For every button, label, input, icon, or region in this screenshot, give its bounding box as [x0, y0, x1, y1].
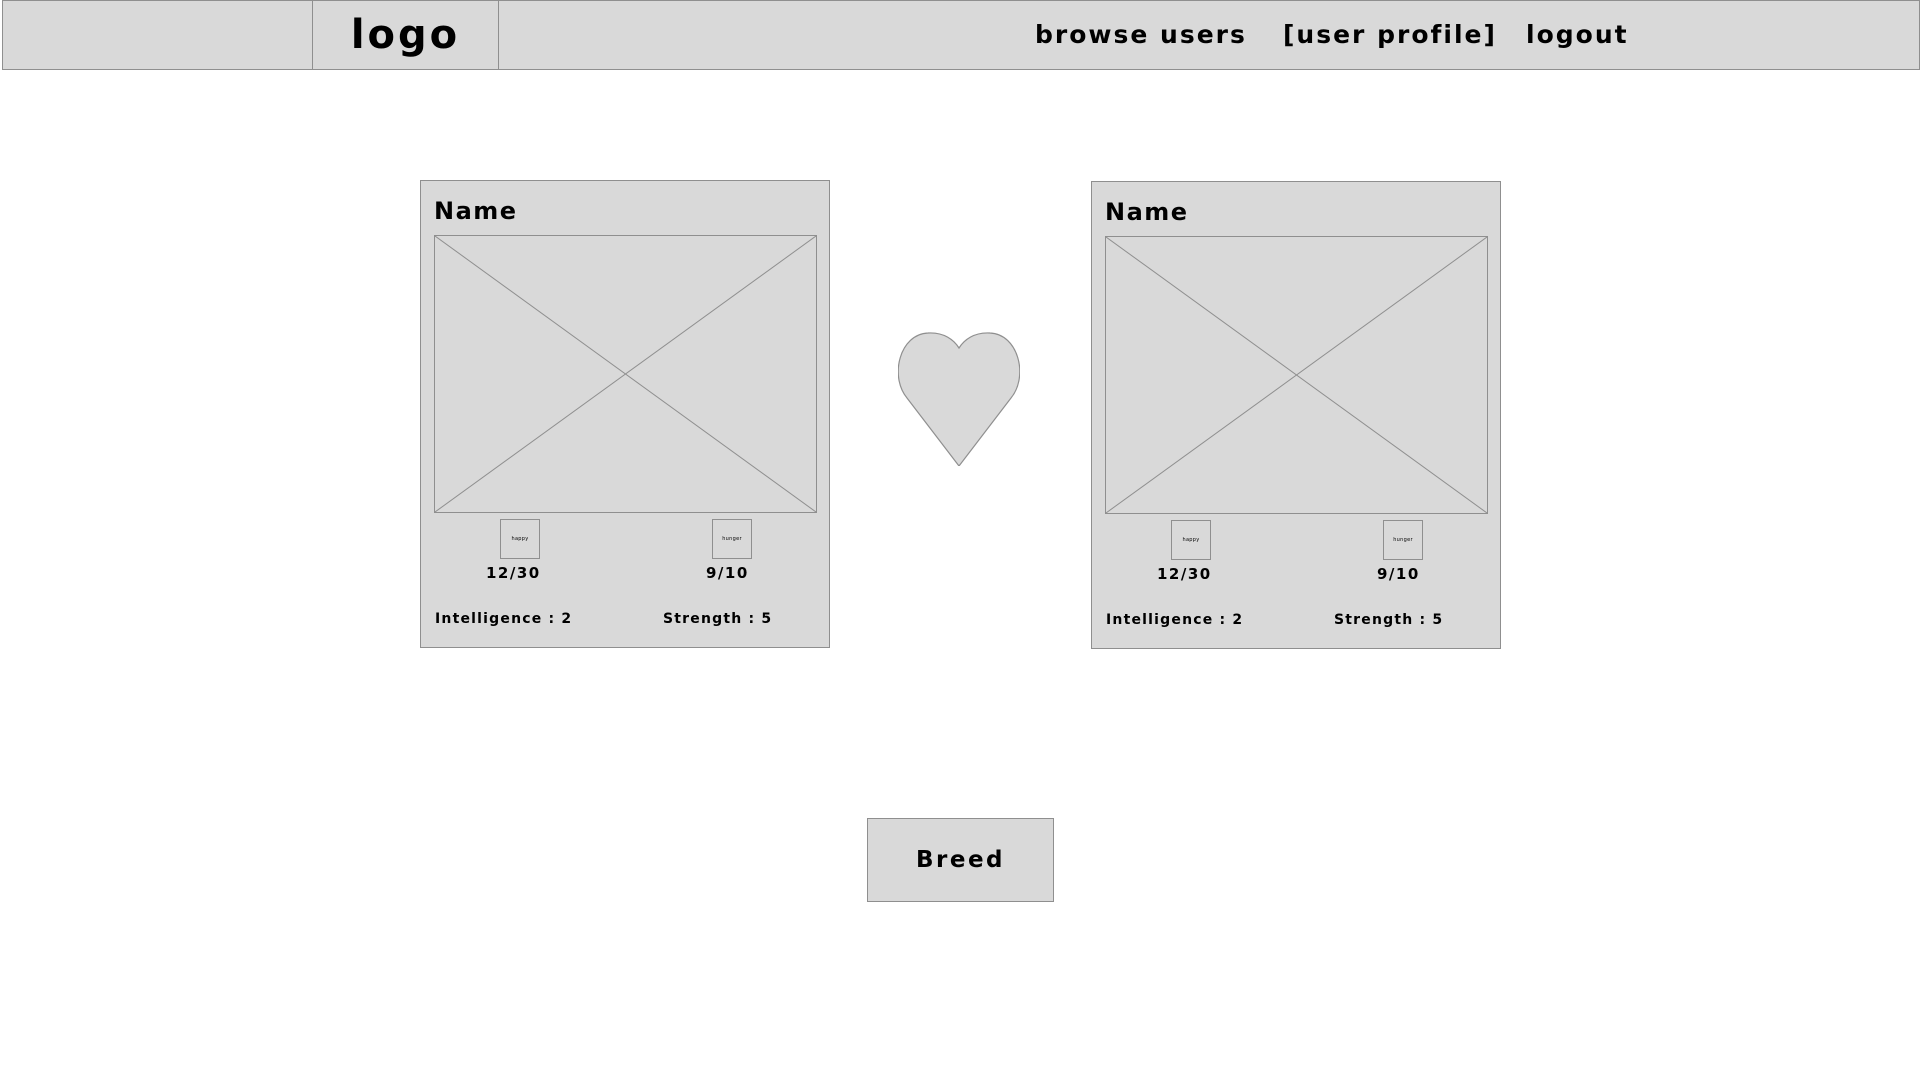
- happy-icon: happy: [500, 519, 540, 559]
- nav-user-profile[interactable]: [user profile]: [1283, 20, 1497, 49]
- intelligence-stat: Intelligence : 2: [1106, 612, 1244, 628]
- image-placeholder-icon: [435, 236, 816, 512]
- top-nav-bar: logo browse users [user profile] logout: [2, 0, 1920, 70]
- pet-image-placeholder: [1105, 236, 1488, 514]
- happy-value: 12/30: [1157, 565, 1212, 583]
- breed-button[interactable]: Breed: [867, 818, 1054, 902]
- hunger-value: 9/10: [706, 564, 749, 582]
- hunger-icon: hunger: [1383, 520, 1423, 560]
- intelligence-stat: Intelligence : 2: [435, 611, 573, 627]
- pet-image-placeholder: [434, 235, 817, 513]
- strength-stat: Strength : 5: [1334, 612, 1444, 628]
- image-placeholder-icon: [1106, 237, 1487, 513]
- hunger-icon: hunger: [712, 519, 752, 559]
- pet-card-right: Name happy hunger 12/30 9/10 Intelligenc…: [1091, 181, 1501, 649]
- pet-name: Name: [1105, 198, 1189, 226]
- nav-browse-users[interactable]: browse users: [1035, 20, 1247, 49]
- pet-card-left: Name happy hunger 12/30 9/10 Intelligenc…: [420, 180, 830, 648]
- happy-icon: happy: [1171, 520, 1211, 560]
- nav-logout[interactable]: logout: [1526, 20, 1629, 49]
- heart-icon: [898, 332, 1020, 466]
- logo[interactable]: logo: [312, 0, 499, 70]
- strength-stat: Strength : 5: [663, 611, 773, 627]
- pet-name: Name: [434, 197, 518, 225]
- happy-value: 12/30: [486, 564, 541, 582]
- hunger-value: 9/10: [1377, 565, 1420, 583]
